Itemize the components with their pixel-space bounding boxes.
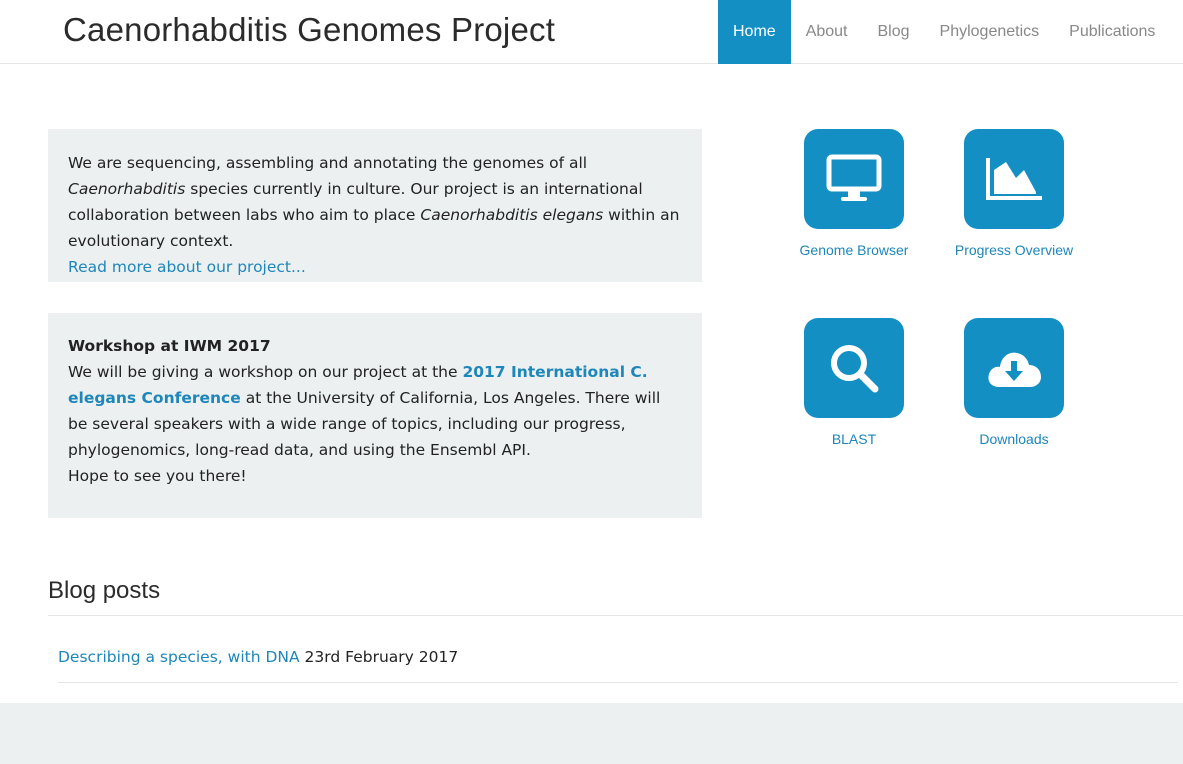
tile-icon-box	[804, 318, 904, 418]
cloud-download-icon	[988, 352, 1041, 387]
list-item: Describing a species, with DNA 23rd Febr…	[58, 648, 458, 666]
tile-label: Progress Overview	[954, 242, 1074, 258]
workshop-body: We will be giving a workshop on our proj…	[68, 359, 682, 463]
nav-home[interactable]: Home	[718, 0, 791, 64]
workshop-title: Workshop at IWM 2017	[68, 337, 271, 355]
footer	[0, 703, 1183, 764]
search-icon	[831, 345, 879, 393]
tile-label: Genome Browser	[799, 242, 909, 258]
site-header: Caenorhabditis Genomes Project Home Abou…	[0, 0, 1183, 64]
tile-icon-box	[804, 129, 904, 229]
blog-heading: Blog posts	[48, 577, 161, 604]
tile-label: Downloads	[979, 431, 1049, 447]
divider	[58, 682, 1178, 683]
nav-publications[interactable]: Publications	[1054, 0, 1170, 64]
blog-post-link[interactable]: Describing a species, with DNA	[58, 648, 300, 666]
downloads-tile[interactable]: Downloads	[964, 318, 1064, 447]
tile-icon-box	[964, 129, 1064, 229]
read-more-link[interactable]: Read more about our project...	[68, 258, 306, 276]
nav-about[interactable]: About	[791, 0, 863, 64]
blog-post-date: 23rd February 2017	[304, 648, 459, 666]
workshop-text: We will be giving a workshop on our proj…	[68, 363, 463, 381]
tile-icon-box	[964, 318, 1064, 418]
intro-species: Caenorhabditis elegans	[420, 206, 604, 224]
intro-text: We are sequencing, assembling and annota…	[68, 154, 588, 172]
main-nav: Home About Blog Phylogenetics Publicatio…	[718, 0, 1170, 64]
site-title[interactable]: Caenorhabditis Genomes Project	[63, 11, 555, 49]
intro-genus: Caenorhabditis	[68, 180, 186, 198]
progress-overview-tile[interactable]: Progress Overview	[955, 129, 1073, 258]
monitor-icon	[826, 154, 882, 201]
blast-tile[interactable]: BLAST	[804, 318, 904, 447]
intro-panel: We are sequencing, assembling and annota…	[48, 129, 702, 282]
workshop-closing: Hope to see you there!	[68, 467, 247, 485]
nav-phylogenetics[interactable]: Phylogenetics	[925, 0, 1055, 64]
workshop-panel: Workshop at IWM 2017 We will be giving a…	[48, 313, 702, 518]
area-chart-icon	[986, 158, 1042, 200]
nav-blog[interactable]: Blog	[863, 0, 925, 64]
genome-browser-tile[interactable]: Genome Browser	[800, 129, 908, 258]
divider	[48, 615, 1183, 616]
tile-label: BLAST	[831, 431, 877, 447]
